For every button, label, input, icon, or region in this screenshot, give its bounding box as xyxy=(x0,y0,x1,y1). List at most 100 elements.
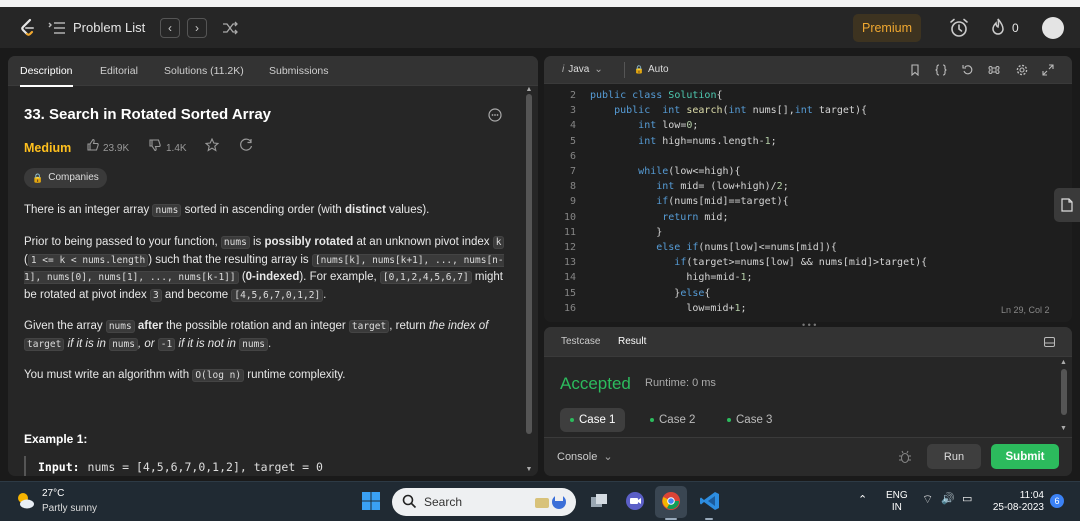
code-text[interactable]: int mid= (low+high)/2; xyxy=(590,179,788,194)
code-text[interactable]: high=mid-1; xyxy=(590,270,752,285)
case-1-tab[interactable]: Case 1 xyxy=(560,408,626,432)
prev-problem-button[interactable]: ‹ xyxy=(160,18,180,38)
battery-icon[interactable]: ▭ xyxy=(962,493,972,505)
problem-title[interactable]: 33. Search in Rotated Sorted Array xyxy=(24,106,271,124)
leetcode-logo-icon[interactable] xyxy=(18,18,38,38)
reset-icon[interactable] xyxy=(962,64,974,76)
scrollbar-thumb[interactable] xyxy=(1061,369,1067,415)
code-line[interactable]: 15 }else{ xyxy=(544,286,1064,301)
alarm-clock-icon[interactable] xyxy=(948,17,970,39)
code-line[interactable]: 14 high=mid-1; xyxy=(544,270,1064,285)
shortcuts-icon[interactable] xyxy=(988,64,1000,76)
case-2-tab[interactable]: Case 2 xyxy=(640,408,705,432)
likes-count: 23.9K xyxy=(103,143,130,154)
chevron-up-icon[interactable]: ⌃ xyxy=(858,494,867,506)
windows-start-icon[interactable] xyxy=(361,491,381,511)
code-line[interactable]: 5 int high=nums.length-1; xyxy=(544,134,1064,149)
code-text[interactable]: }else{ xyxy=(590,286,710,301)
settings-gear-icon[interactable] xyxy=(1016,64,1028,76)
console-toggle[interactable]: Console ⌄ xyxy=(557,450,613,463)
chrome-icon[interactable] xyxy=(660,490,682,512)
line-number: 6 xyxy=(569,150,576,162)
result-scrollbar[interactable]: ▲ ▼ xyxy=(1058,357,1070,437)
vscode-icon[interactable] xyxy=(699,490,721,512)
code-line[interactable]: 6 xyxy=(544,149,1064,164)
bookmark-icon[interactable] xyxy=(909,64,921,76)
clock[interactable]: 11:04 25-08-2023 xyxy=(986,490,1044,514)
code-text[interactable]: if(target>=nums[low] && nums[mid]>target… xyxy=(590,255,927,270)
star-icon[interactable] xyxy=(205,138,219,152)
scroll-up-arrow-icon[interactable]: ▲ xyxy=(525,86,533,94)
code-line[interactable]: 11 } xyxy=(544,225,1064,240)
premium-button[interactable]: Premium xyxy=(853,14,921,42)
code-line[interactable]: 2 public class Solution{ xyxy=(544,88,1064,103)
code-text[interactable]: } xyxy=(590,225,662,240)
notification-badge[interactable]: 6 xyxy=(1050,494,1064,508)
task-view-icon[interactable] xyxy=(588,490,610,512)
user-avatar[interactable] xyxy=(1042,17,1064,39)
problem-list-icon[interactable] xyxy=(48,20,66,36)
shuffle-icon[interactable] xyxy=(222,20,238,36)
tab-description[interactable]: Description xyxy=(20,65,73,87)
flame-icon[interactable] xyxy=(990,17,1006,37)
code-line[interactable]: 3 public int search(int nums[],int targe… xyxy=(544,103,1064,118)
wifi-icon[interactable]: ⌔ xyxy=(922,493,933,505)
code-text[interactable]: int high=nums.length-1; xyxy=(590,134,777,149)
scroll-down-arrow-icon[interactable]: ▼ xyxy=(525,466,533,474)
submit-button[interactable]: Submit xyxy=(991,444,1059,469)
debug-bug-icon[interactable] xyxy=(898,450,912,464)
code-text[interactable]: low=mid+1; xyxy=(590,301,746,316)
auto-mode-toggle[interactable]: 🔒 Auto xyxy=(634,64,669,75)
tab-result[interactable]: Result xyxy=(618,336,646,347)
code-text[interactable]: while(low<=high){ xyxy=(590,164,740,179)
scroll-up-arrow-icon[interactable]: ▲ xyxy=(1060,359,1067,366)
code-line[interactable]: 13 if(target>=nums[low] && nums[mid]>tar… xyxy=(544,255,1064,270)
run-button[interactable]: Run xyxy=(927,444,981,469)
chevron-down-icon: ⌄ xyxy=(594,64,603,75)
lock-icon: 🔒 xyxy=(32,173,44,183)
code-line[interactable]: 4 int low=0; xyxy=(544,118,1064,133)
more-options-icon[interactable] xyxy=(488,108,502,122)
thumbs-down-icon[interactable] xyxy=(148,138,162,152)
companies-tag[interactable]: 🔒 Companies xyxy=(24,168,107,188)
collapse-panel-icon[interactable] xyxy=(1044,337,1055,347)
code-text[interactable]: return mid; xyxy=(590,210,728,225)
teams-chat-icon[interactable] xyxy=(624,490,646,512)
line-number: 5 xyxy=(569,135,576,147)
braces-icon[interactable] xyxy=(935,64,947,76)
taskbar-search[interactable]: Search xyxy=(392,488,576,516)
code-text[interactable]: public int search(int nums[],int target)… xyxy=(590,103,867,118)
scrollbar-thumb[interactable] xyxy=(526,94,532,434)
code-line[interactable]: 10 return mid; xyxy=(544,210,1064,225)
tab-submissions[interactable]: Submissions xyxy=(269,65,329,77)
next-problem-button[interactable]: › xyxy=(187,18,207,38)
code-area[interactable]: 2 public class Solution{3 public int sear… xyxy=(544,86,1072,316)
scroll-down-arrow-icon[interactable]: ▼ xyxy=(1060,425,1067,432)
case-3-tab[interactable]: Case 3 xyxy=(717,408,782,432)
partly-sunny-icon[interactable] xyxy=(14,490,36,512)
problem-list-title[interactable]: Problem List xyxy=(73,20,145,35)
code-text[interactable]: public class Solution{ xyxy=(590,88,723,103)
fullscreen-icon[interactable] xyxy=(1042,64,1054,76)
code-line[interactable]: 12 else if(nums[low]<=nums[mid]){ xyxy=(544,240,1064,255)
line-number: 9 xyxy=(569,196,576,208)
code-line[interactable]: 16 low=mid+1; xyxy=(544,301,1064,316)
tab-testcase[interactable]: Testcase xyxy=(561,336,600,347)
share-icon[interactable] xyxy=(239,138,253,152)
tab-editorial[interactable]: Editorial xyxy=(100,65,138,77)
code-line[interactable]: 8 int mid= (low+high)/2; xyxy=(544,179,1064,194)
volume-icon[interactable]: 🔊 xyxy=(941,493,955,505)
window-top-strip xyxy=(0,0,1080,7)
language-selector[interactable]: i Java ⌄ xyxy=(562,64,603,75)
tab-solutions[interactable]: Solutions (11.2K) xyxy=(164,65,244,77)
code-text[interactable]: if(nums[mid]==target){ xyxy=(590,194,788,209)
code-text[interactable]: int low=0; xyxy=(590,118,698,133)
description-scrollbar[interactable]: ▲ ▼ xyxy=(524,86,534,476)
code-line[interactable]: 7 while(low<=high){ xyxy=(544,164,1064,179)
code-text[interactable]: else if(nums[low]<=nums[mid]){ xyxy=(590,240,837,255)
language-indicator[interactable]: ENG IN xyxy=(886,490,908,514)
search-highlight-icon xyxy=(535,495,566,509)
code-line[interactable]: 9 if(nums[mid]==target){ xyxy=(544,194,1064,209)
notes-side-button[interactable] xyxy=(1054,188,1080,222)
thumbs-up-icon[interactable] xyxy=(86,138,100,152)
